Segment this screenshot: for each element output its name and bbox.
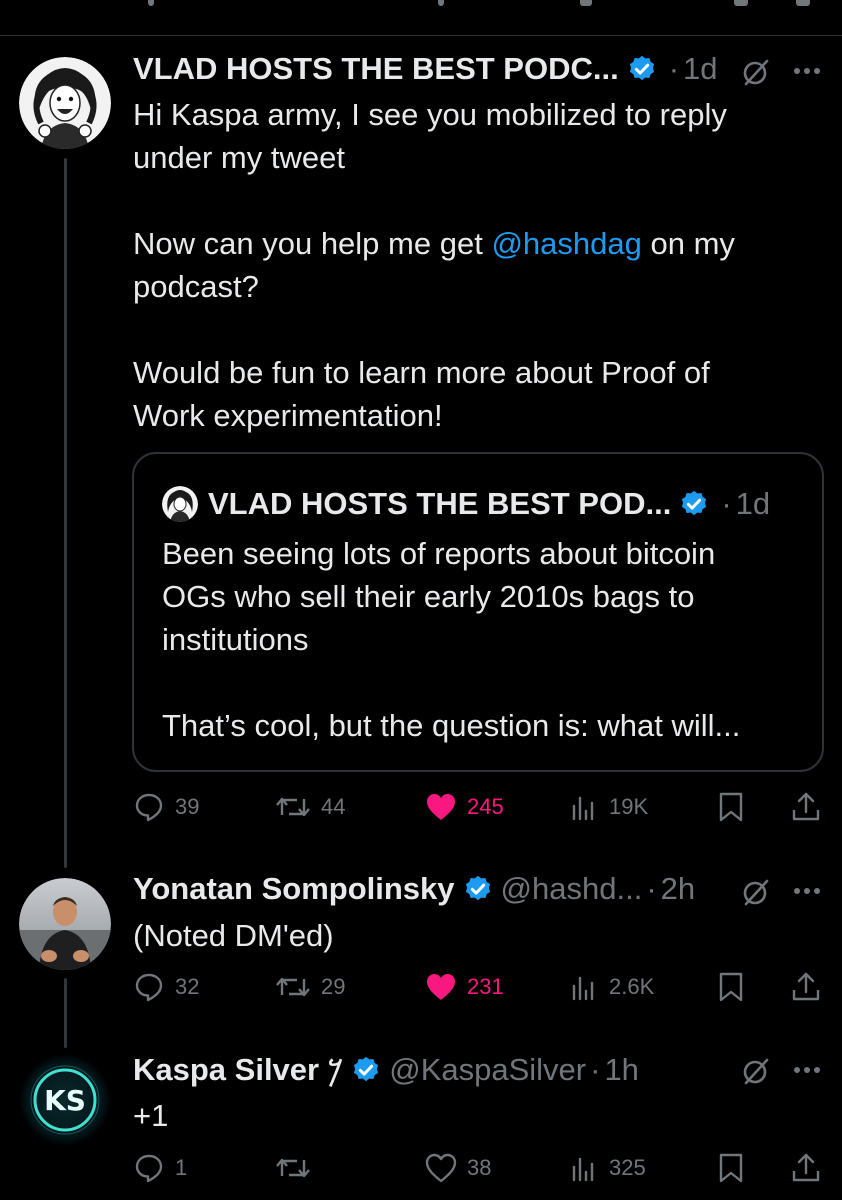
author-handle[interactable]: @KaspaSilver: [389, 1052, 586, 1088]
share-button[interactable]: [791, 787, 821, 827]
author-handle[interactable]: @hashd...: [501, 871, 643, 907]
timestamp[interactable]: 1h: [604, 1052, 638, 1088]
bookmark-icon: [719, 1153, 743, 1183]
like-icon: [427, 974, 455, 1000]
like-count: 38: [467, 1155, 492, 1180]
grok-icon[interactable]: [740, 56, 772, 88]
grok-icon[interactable]: [740, 1055, 772, 1087]
tweet-header: VLAD HOSTS THE BEST PODC... · 1d: [133, 51, 718, 87]
reply-icon: [135, 973, 163, 1002]
separator-dot: ·: [590, 1052, 601, 1087]
separator-dot: ·: [646, 871, 657, 906]
views-icon: [572, 1157, 594, 1182]
reply-button[interactable]: 32: [133, 967, 199, 1007]
repost-icon: [276, 977, 310, 997]
like-button[interactable]: 38: [425, 1148, 491, 1188]
views-count: 2.6K: [609, 974, 655, 999]
views-button[interactable]: 2.6K: [569, 967, 654, 1007]
reply-button[interactable]: 39: [133, 787, 199, 827]
repost-count: 29: [321, 974, 346, 999]
avatar-kaspa-silver[interactable]: KS: [19, 1054, 111, 1146]
repost-button[interactable]: 44: [275, 787, 345, 827]
like-icon: [427, 794, 455, 820]
verified-badge-icon: [682, 490, 707, 516]
previous-tweet-action-bar-fragment: [0, 0, 842, 20]
quoted-tweet-header: VLAD HOSTS THE BEST POD... · 1d: [208, 486, 770, 522]
separator-dot: ·: [668, 51, 680, 86]
tweet-text: +1: [133, 1098, 169, 1133]
share-icon: [792, 972, 820, 1001]
reply-count: 1: [175, 1155, 188, 1180]
share-button[interactable]: [791, 1148, 821, 1188]
share-icon: [792, 1153, 820, 1182]
more-options-icon[interactable]: [792, 66, 822, 76]
kaspa-silver-logo-text: KS: [44, 1084, 86, 1117]
tweet-action-bar: 1 38 325: [133, 1148, 825, 1188]
bookmark-button[interactable]: [717, 1148, 745, 1188]
quoted-timestamp: 1d: [735, 486, 771, 521]
timestamp[interactable]: 1d: [683, 51, 717, 87]
author-name[interactable]: Kaspa Silver 𐤊: [133, 1052, 343, 1088]
tweet-action-bar: 39 44 245 19K: [133, 787, 825, 827]
verified-badge-icon: [629, 55, 654, 81]
verified-badge-icon: [354, 1056, 379, 1082]
mention-link[interactable]: @hashdag: [491, 226, 641, 261]
reply-count: 39: [175, 794, 200, 819]
thread-line: [64, 158, 67, 868]
quoted-tweet-card[interactable]: VLAD HOSTS THE BEST POD... · 1d Been see…: [132, 452, 824, 772]
tweet-header: Kaspa Silver 𐤊 @KaspaSilver · 1h: [133, 1052, 639, 1088]
repost-button[interactable]: 29: [275, 967, 345, 1007]
author-name[interactable]: Yonatan Sompolinsky: [133, 871, 455, 907]
reply-count: 32: [175, 974, 200, 999]
more-options-icon[interactable]: [792, 886, 822, 896]
avatar-vlad[interactable]: [19, 57, 111, 149]
tweet-text: (Noted DM'ed): [133, 918, 334, 953]
bookmark-icon: [719, 972, 743, 1002]
tweet-text: Hi Kaspa army, I see you mobilized to re…: [133, 93, 735, 437]
share-button[interactable]: [791, 967, 821, 1007]
author-name[interactable]: VLAD HOSTS THE BEST PODC...: [133, 51, 619, 87]
views-count: 19K: [609, 794, 649, 819]
grok-icon[interactable]: [740, 876, 772, 908]
quoted-avatar: [162, 486, 198, 522]
like-icon: [425, 1153, 457, 1183]
more-options-icon[interactable]: [792, 1065, 822, 1075]
avatar-yonatan[interactable]: [19, 878, 111, 970]
like-count: 245: [467, 794, 504, 819]
bookmark-icon: [719, 792, 743, 822]
repost-button[interactable]: [275, 1148, 321, 1188]
views-icon: [572, 796, 594, 821]
bookmark-button[interactable]: [717, 967, 745, 1007]
repost-icon: [276, 797, 310, 817]
share-icon: [792, 792, 820, 821]
bookmark-button[interactable]: [717, 787, 745, 827]
views-button[interactable]: 325: [569, 1148, 646, 1188]
tweet-header: Yonatan Sompolinsky @hashd... · 2h: [133, 871, 695, 907]
reply-icon: [135, 793, 163, 822]
timestamp[interactable]: 2h: [661, 871, 695, 907]
repost-count: 44: [321, 794, 346, 819]
tweet-divider: [0, 35, 842, 36]
quoted-tweet-text: Been seeing lots of reports about bitcoi…: [162, 536, 741, 743]
quoted-author-name: VLAD HOSTS THE BEST POD...: [208, 486, 672, 521]
like-count: 231: [467, 974, 504, 999]
repost-icon: [276, 1158, 310, 1178]
views-icon: [572, 976, 594, 1001]
verified-badge-icon: [465, 875, 490, 901]
tweet-action-bar: 32 29 231 2.6K: [133, 967, 825, 1007]
reply-icon: [135, 1154, 163, 1183]
like-button[interactable]: 245: [425, 787, 504, 827]
views-button[interactable]: 19K: [569, 787, 648, 827]
reply-button[interactable]: 1: [133, 1148, 187, 1188]
like-button[interactable]: 231: [425, 967, 504, 1007]
views-count: 325: [609, 1155, 646, 1180]
thread-line: [64, 978, 67, 1048]
separator-dot: ·: [721, 486, 732, 521]
